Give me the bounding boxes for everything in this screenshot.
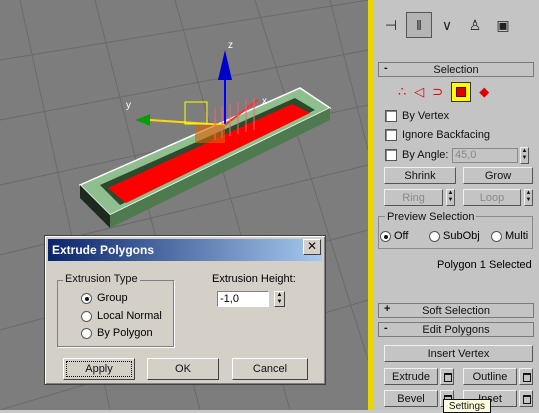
- selected-polygon[interactable]: [108, 104, 310, 203]
- preview-selection-title: Preview Selection: [385, 211, 477, 223]
- rollout-collapse-sign: -: [384, 62, 388, 74]
- polygon-icon[interactable]: [451, 82, 472, 102]
- local-normal-label: Local Normal: [97, 310, 162, 322]
- make-unique-icon[interactable]: ∨: [434, 12, 460, 38]
- by-polygon-option[interactable]: By Polygon: [81, 327, 153, 339]
- cancel-button[interactable]: Cancel: [232, 358, 308, 380]
- border-icon[interactable]: ⊃: [432, 84, 443, 100]
- subobject-level-buttons: ∴ ◁ ⊃ ◆: [398, 82, 489, 102]
- by-angle-label: By Angle:: [402, 149, 449, 161]
- group-radio[interactable]: [81, 292, 92, 304]
- selection-rollout-header[interactable]: - Selection: [378, 62, 534, 77]
- close-icon[interactable]: ✕: [303, 239, 321, 255]
- dialog-title: Extrude Polygons: [52, 243, 155, 257]
- preview-subobj-radio[interactable]: [429, 230, 440, 242]
- preview-off-option[interactable]: Off: [380, 230, 408, 242]
- insert-vertex-button[interactable]: Insert Vertex: [384, 345, 533, 362]
- preview-subobj-label: SubObj: [443, 230, 480, 242]
- bevel-button[interactable]: Bevel: [384, 390, 438, 407]
- outline-settings-icon[interactable]: [519, 368, 533, 385]
- apply-button[interactable]: Apply: [63, 358, 135, 380]
- extrude-polygons-dialog: Extrude Polygons ✕ Extrusion Type Group …: [44, 235, 326, 385]
- remove-modifier-icon[interactable]: ♙: [462, 12, 488, 38]
- preview-off-label: Off: [394, 230, 409, 242]
- modifier-stack-toolbar: ⊣ ‖ ∨ ♙ ▣: [374, 8, 539, 42]
- by-angle-checkbox[interactable]: [385, 149, 397, 161]
- preview-subobj-option[interactable]: SubObj: [429, 230, 480, 242]
- extrusion-height-label: Extrusion Height:: [212, 273, 296, 285]
- pin-stack-icon[interactable]: ⊣: [378, 12, 404, 38]
- x-axis-label: x: [262, 96, 267, 107]
- local-normal-radio[interactable]: [81, 310, 92, 322]
- preview-multi-label: Multi: [505, 230, 529, 242]
- rollout-collapse-sign: -: [384, 322, 388, 334]
- y-axis-label: y: [126, 100, 131, 111]
- by-vertex-checkbox-row[interactable]: By Vertex: [385, 110, 449, 122]
- selection-status-text: Polygon 1 Selected: [437, 259, 532, 271]
- angle-spinner-icon[interactable]: ▲ ▼: [520, 147, 529, 164]
- loop-spinner-icon[interactable]: ▲ ▼: [524, 189, 533, 206]
- extrusion-height-field[interactable]: -1,0: [217, 291, 269, 307]
- extrude-button[interactable]: Extrude: [384, 368, 438, 385]
- by-polygon-label: By Polygon: [97, 327, 153, 339]
- ignore-backfacing-checkbox[interactable]: [385, 129, 397, 141]
- ignore-backfacing-label: Ignore Backfacing: [402, 129, 491, 141]
- extrusion-type-title: Extrusion Type: [63, 273, 140, 285]
- edge-icon[interactable]: ◁: [414, 84, 424, 100]
- inset-settings-icon[interactable]: [519, 390, 533, 407]
- by-angle-value-field[interactable]: 45,0: [452, 148, 518, 163]
- outline-button[interactable]: Outline: [463, 368, 517, 385]
- rollout-title: Soft Selection: [422, 304, 490, 317]
- ring-button[interactable]: Ring: [384, 189, 443, 206]
- rollout-title: Selection: [433, 63, 479, 76]
- preview-multi-radio[interactable]: [491, 230, 502, 242]
- configure-sets-icon[interactable]: ▣: [490, 12, 516, 38]
- preview-off-radio[interactable]: [380, 230, 391, 242]
- by-polygon-radio[interactable]: [81, 327, 92, 339]
- local-normal-option[interactable]: Local Normal: [81, 310, 162, 322]
- ok-button[interactable]: OK: [147, 358, 219, 380]
- viewport-active-border: [368, 0, 373, 410]
- height-spinner-icon[interactable]: ▲ ▼: [274, 291, 285, 307]
- settings-tooltip: Settings: [443, 399, 491, 413]
- by-angle-checkbox-row[interactable]: By Angle:: [385, 149, 448, 161]
- z-axis-label: z: [228, 40, 233, 51]
- ring-spinner-icon[interactable]: ▲ ▼: [446, 189, 455, 206]
- by-vertex-label: By Vertex: [402, 110, 450, 122]
- rollout-expand-sign: +: [384, 303, 391, 315]
- dialog-title-bar[interactable]: Extrude Polygons: [48, 239, 322, 261]
- vertex-icon[interactable]: ∴: [398, 84, 406, 100]
- preview-multi-option[interactable]: Multi: [491, 230, 528, 242]
- loop-button[interactable]: Loop: [463, 189, 521, 206]
- extrude-settings-icon[interactable]: [440, 368, 454, 385]
- edit-polygons-rollout-header[interactable]: - Edit Polygons: [378, 322, 534, 337]
- group-label: Group: [97, 292, 128, 304]
- modifier-toggle-icon[interactable]: ‖: [406, 12, 432, 38]
- grow-button[interactable]: Grow: [463, 167, 533, 184]
- soft-selection-rollout-header[interactable]: + Soft Selection: [378, 303, 534, 318]
- ignore-backfacing-checkbox-row[interactable]: Ignore Backfacing: [385, 129, 490, 141]
- shrink-button[interactable]: Shrink: [384, 167, 456, 184]
- rollout-title: Edit Polygons: [422, 323, 490, 336]
- group-option[interactable]: Group: [81, 292, 128, 304]
- by-vertex-checkbox[interactable]: [385, 110, 397, 122]
- element-icon[interactable]: ◆: [479, 84, 489, 100]
